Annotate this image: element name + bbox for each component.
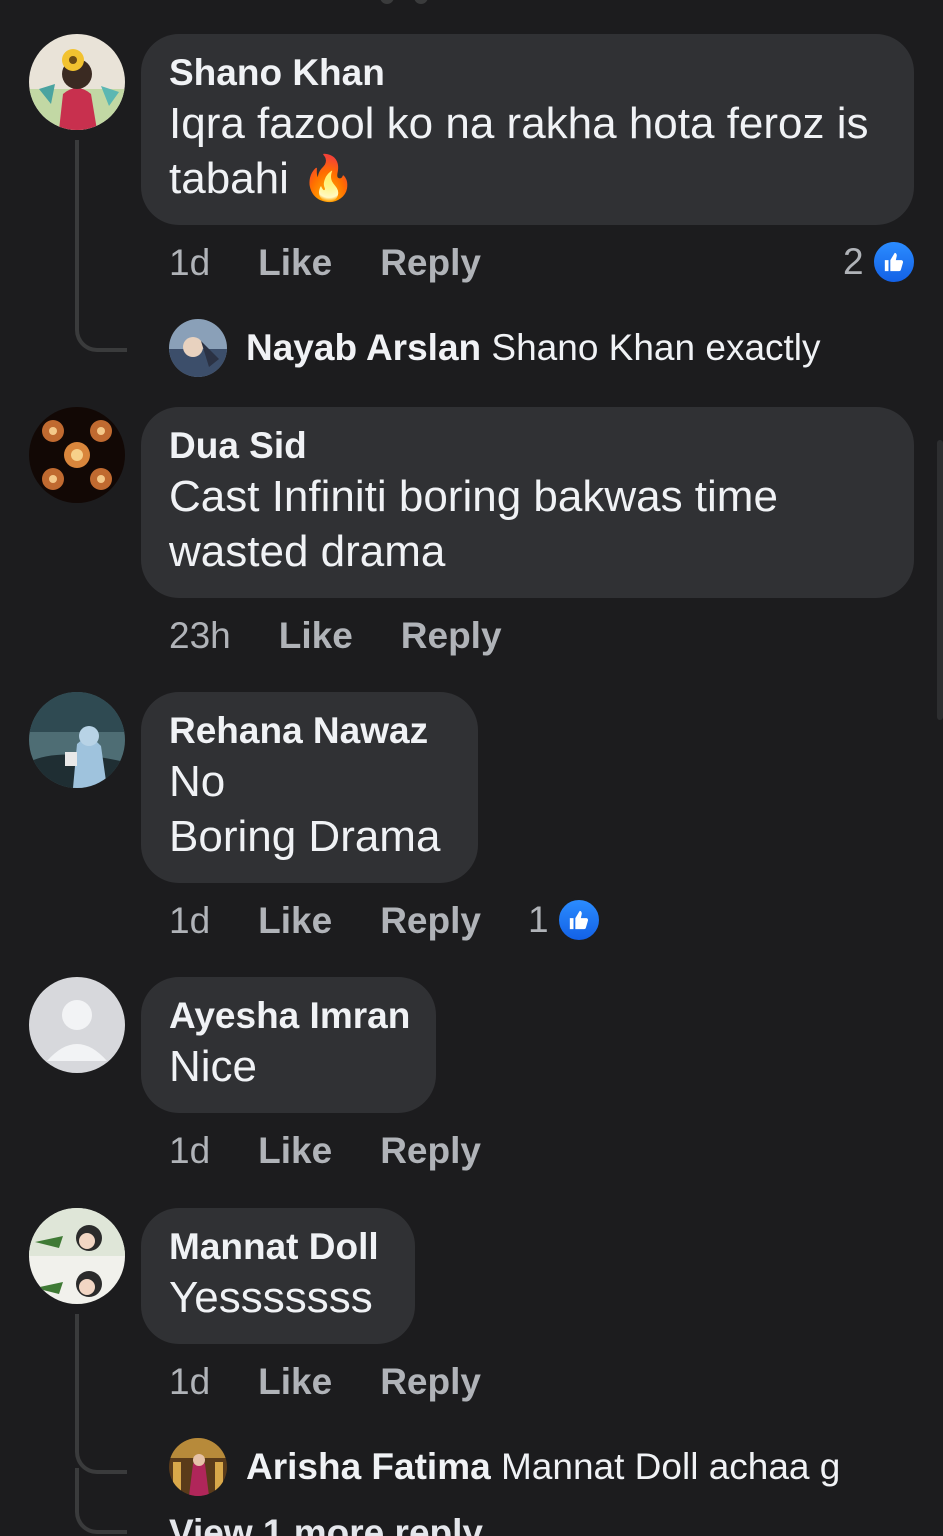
comment-text: Cast Infiniti boring bakwas time wasted … (169, 469, 886, 579)
avatar-image (29, 407, 125, 503)
avatar-ayesha-imran[interactable] (29, 977, 125, 1073)
avatar-arisha-fatima[interactable] (169, 1438, 227, 1496)
avatar-nayab-arslan[interactable] (169, 319, 227, 377)
comment-bubble[interactable]: Shano Khan Iqra fazool ko na rakha hota … (141, 34, 914, 225)
like-button[interactable]: Like (258, 1130, 332, 1172)
like-button[interactable]: Like (258, 900, 332, 942)
comment-text-line: Yesssssss (169, 1273, 373, 1322)
comment-time: 1d (169, 1361, 211, 1402)
reaction-count[interactable]: 1 (528, 898, 601, 942)
reply-button[interactable]: Reply (380, 1361, 481, 1403)
comment-author[interactable]: Rehana Nawaz (169, 708, 450, 754)
comment-text-line: Nice (169, 1042, 258, 1091)
avatar-image (169, 1438, 227, 1496)
reply-text: Shano Khan exactly (491, 327, 821, 368)
thread-connector (75, 140, 127, 352)
comment-actions: 1d Like Reply (169, 1130, 529, 1172)
thumbs-up-icon (556, 898, 601, 942)
reaction-number: 2 (843, 241, 864, 282)
thumbs-up-icon (871, 240, 916, 284)
comment-text: Iqra fazool ko na rakha hota feroz is ta… (169, 96, 886, 206)
reply-preview[interactable]: Nayab Arslan Shano Khan exactly (246, 325, 821, 371)
comment-author[interactable]: Mannat Doll (169, 1224, 387, 1270)
comments-page: Shano Khan Iqra fazool ko na rakha hota … (0, 0, 943, 1536)
reply-text: Mannat Doll achaa g (500, 1446, 841, 1487)
reply-preview[interactable]: Arisha Fatima Mannat Doll achaa g (246, 1444, 840, 1490)
avatar-image (29, 1208, 125, 1304)
scrollbar[interactable] (937, 440, 943, 720)
comment-time: 1d (169, 1130, 211, 1171)
comment-text: No Boring Drama (169, 754, 450, 864)
avatar-shano-khan[interactable] (29, 34, 125, 130)
avatar-image (29, 692, 125, 788)
comment-time: 1d (169, 900, 211, 941)
top-partial-content (380, 0, 500, 4)
person-silhouette-icon (29, 977, 125, 1073)
comment-text-line: wasted drama (169, 527, 446, 576)
comment-bubble[interactable]: Dua Sid Cast Infiniti boring bakwas time… (141, 407, 914, 598)
comment-author[interactable]: Dua Sid (169, 423, 886, 469)
comment-bubble[interactable]: Rehana Nawaz No Boring Drama (141, 692, 478, 883)
like-button[interactable]: Like (258, 242, 332, 284)
thread-connector (75, 1314, 127, 1474)
reply-button[interactable]: Reply (401, 615, 502, 657)
reaction-count[interactable]: 2 (843, 240, 916, 284)
thread-connector (75, 1468, 127, 1534)
comment-actions: 23h Like Reply (169, 615, 550, 657)
reply-author[interactable]: Arisha Fatima (246, 1446, 491, 1487)
avatar-rehana-nawaz[interactable] (29, 692, 125, 788)
comment-text-line: Boring Drama (169, 812, 441, 861)
comment-text-line: No (169, 757, 226, 806)
comment-author[interactable]: Shano Khan (169, 50, 886, 96)
comment-bubble[interactable]: Mannat Doll Yesssssss (141, 1208, 415, 1344)
avatar-image (29, 34, 125, 130)
comment-actions: 1d Like Reply (169, 900, 529, 942)
avatar-image (169, 319, 227, 377)
reply-button[interactable]: Reply (380, 900, 481, 942)
view-more-replies-link[interactable]: View 1 more reply (169, 1512, 483, 1536)
comment-text: Nice (169, 1039, 408, 1094)
comment-bubble[interactable]: Ayesha Imran Nice (141, 977, 436, 1113)
avatar-dua-sid[interactable] (29, 407, 125, 503)
like-button[interactable]: Like (258, 1361, 332, 1403)
reply-button[interactable]: Reply (380, 1130, 481, 1172)
reply-author[interactable]: Nayab Arslan (246, 327, 481, 368)
comment-author[interactable]: Ayesha Imran (169, 993, 410, 1039)
comment-actions: 1d Like Reply (169, 242, 529, 284)
reply-button[interactable]: Reply (380, 242, 481, 284)
reaction-number: 1 (528, 899, 549, 940)
comment-time: 1d (169, 242, 211, 283)
like-button[interactable]: Like (279, 615, 353, 657)
comment-text-line: Cast Infiniti boring bakwas time (169, 472, 778, 521)
avatar-mannat-doll[interactable] (29, 1208, 125, 1304)
comment-time: 23h (169, 615, 231, 656)
comment-text: Yesssssss (169, 1270, 387, 1325)
comment-text-line: Iqra fazool ko na rakha hota feroz is (169, 99, 869, 148)
comment-actions: 1d Like Reply (169, 1361, 529, 1403)
comment-text-line: tabahi 🔥 (169, 154, 356, 203)
